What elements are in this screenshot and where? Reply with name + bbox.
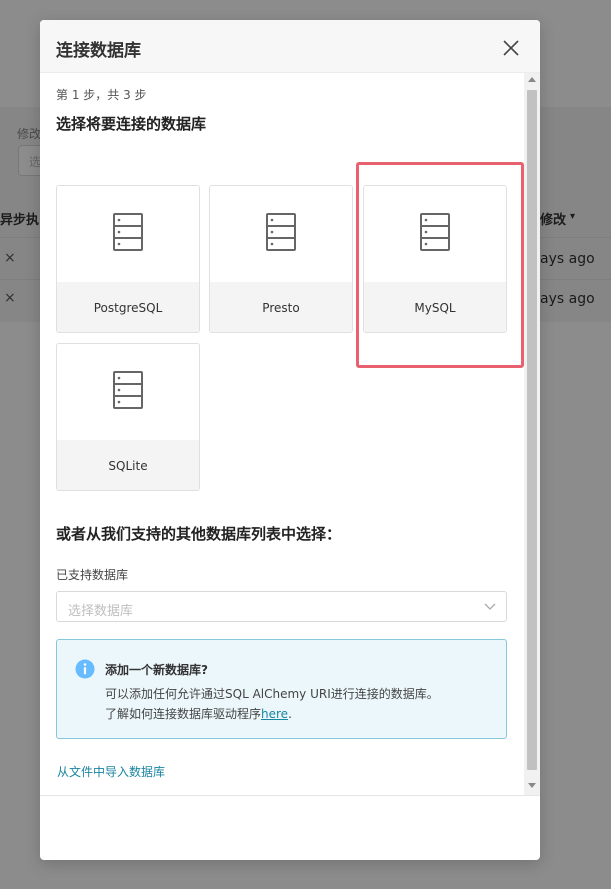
database-card-postgresql[interactable]: PostgreSQL (56, 185, 200, 333)
database-server-icon (113, 213, 143, 251)
info-alert: 添加一个新数据库? 可以添加任何允许通过SQL AlChemy URI进行连接的… (56, 639, 507, 739)
close-button[interactable] (499, 36, 523, 60)
database-card-label: MySQL (414, 301, 456, 315)
step-indicator: 第 1 步，共 3 步 (56, 88, 147, 102)
scrollbar-thumb[interactable] (527, 90, 537, 770)
info-driver-hint: 了解如何连接数据库驱动程序here. (105, 705, 292, 722)
database-card-mysql[interactable]: MySQL (363, 185, 507, 333)
info-title: 添加一个新数据库? (105, 663, 208, 677)
other-databases-heading: 或者从我们支持的其他数据库列表中选择： (56, 525, 342, 543)
modal-footer-divider (40, 795, 540, 796)
database-card-label: SQLite (108, 459, 148, 473)
scroll-up-arrow-icon[interactable] (528, 77, 536, 82)
info-description: 可以添加任何允许通过SQL AlChemy URI进行连接的数据库。 (105, 687, 439, 701)
modal-header: 连接数据库 (40, 20, 540, 73)
modal-body: 第 1 步，共 3 步 选择将要连接的数据库 PostgreSQL Presto… (40, 73, 540, 795)
database-card-presto[interactable]: Presto (209, 185, 353, 333)
info-driver-hint-text: 了解如何连接数据库驱动程序 (105, 707, 262, 721)
info-driver-hint-suffix: . (288, 707, 292, 721)
database-server-icon (266, 213, 296, 251)
database-server-icon (113, 371, 143, 409)
scroll-down-arrow-icon[interactable] (528, 783, 536, 788)
modal-title: 连接数据库 (56, 41, 141, 61)
database-server-icon (420, 213, 450, 251)
database-card-label: Presto (262, 301, 300, 315)
info-icon (75, 659, 95, 679)
here-link[interactable]: here (261, 707, 288, 721)
supported-databases-label: 已支持数据库 (56, 568, 129, 582)
database-select-placeholder: 选择数据库 (68, 604, 134, 619)
step-heading: 选择将要连接的数据库 (56, 115, 207, 133)
modal-scrollbar[interactable] (524, 73, 540, 795)
close-icon (503, 40, 519, 56)
database-card-label: PostgreSQL (93, 301, 163, 315)
chevron-down-icon (484, 603, 496, 610)
connect-database-modal: 连接数据库 第 1 步，共 3 步 选择将要连接的数据库 PostgreSQL (40, 20, 540, 860)
database-card-sqlite[interactable]: SQLite (56, 343, 200, 491)
database-select[interactable]: 选择数据库 (56, 591, 507, 622)
import-database-link[interactable]: 从文件中导入数据库 (57, 763, 165, 780)
